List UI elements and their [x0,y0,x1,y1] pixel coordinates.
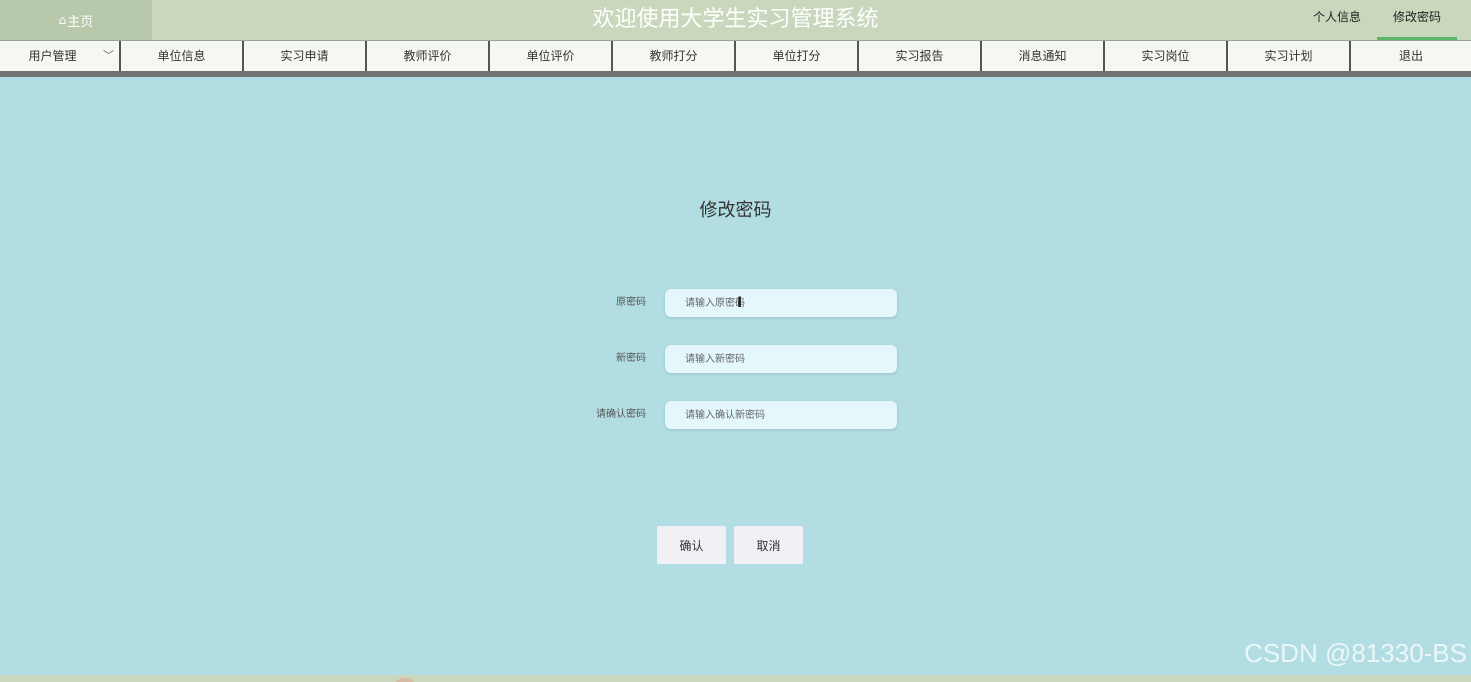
top-links: 个人信息 修改密码 [1297,0,1457,40]
nav-item-unit-scoring[interactable]: 单位打分 [736,41,859,71]
nav-item-notifications[interactable]: 消息通知 [982,41,1105,71]
new-password-row: 新密码 [0,345,1471,373]
home-label: 主页 [67,14,94,30]
footer-strip [0,675,1471,682]
chevron-down-icon: ﹀ [103,49,114,62]
new-password-input[interactable] [665,345,897,373]
main-nav: 用户管理 ﹀ 单位信息 实习申请 教师评价 单位评价 教师打分 单位打分 实习报… [0,40,1471,71]
top-header: ⌂ 主页 欢迎使用大学生实习管理系统 个人信息 修改密码 [0,0,1471,40]
old-password-row: 原密码 I [0,289,1471,317]
nav-item-internship-plan[interactable]: 实习计划 [1228,41,1351,71]
old-password-label: 原密码 [616,297,646,308]
cancel-button[interactable]: 取消 [734,526,803,564]
nav-item-teacher-evaluation[interactable]: 教师评价 [367,41,490,71]
home-icon: ⌂ [58,13,67,27]
change-password-link[interactable]: 修改密码 [1377,0,1457,40]
nav-item-unit-evaluation[interactable]: 单位评价 [490,41,613,71]
home-link[interactable]: ⌂ 主页 [0,0,152,40]
nav-item-teacher-scoring[interactable]: 教师打分 [613,41,736,71]
nav-item-label: 用户管理 [28,49,77,63]
site-title: 欢迎使用大学生实习管理系统 [592,7,879,32]
nav-item-logout[interactable]: 退出 [1351,41,1471,71]
old-password-input[interactable] [665,289,897,317]
nav-item-internship-report[interactable]: 实习报告 [859,41,982,71]
nav-item-unit-info[interactable]: 单位信息 [121,41,244,71]
confirm-password-label: 请确认密码 [596,409,646,420]
nav-divider [0,71,1471,77]
confirm-password-row: 请确认密码 [0,401,1471,429]
nav-item-user-management[interactable]: 用户管理 ﹀ [0,41,121,71]
new-password-label: 新密码 [616,353,646,364]
nav-item-internship-application[interactable]: 实习申请 [244,41,367,71]
nav-item-internship-positions[interactable]: 实习岗位 [1105,41,1228,71]
page-title: 修改密码 [699,200,772,221]
confirm-password-input[interactable] [665,401,897,429]
confirm-button[interactable]: 确认 [657,526,726,564]
profile-link[interactable]: 个人信息 [1297,0,1377,40]
watermark: CSDN @81330-BS [1244,638,1467,668]
